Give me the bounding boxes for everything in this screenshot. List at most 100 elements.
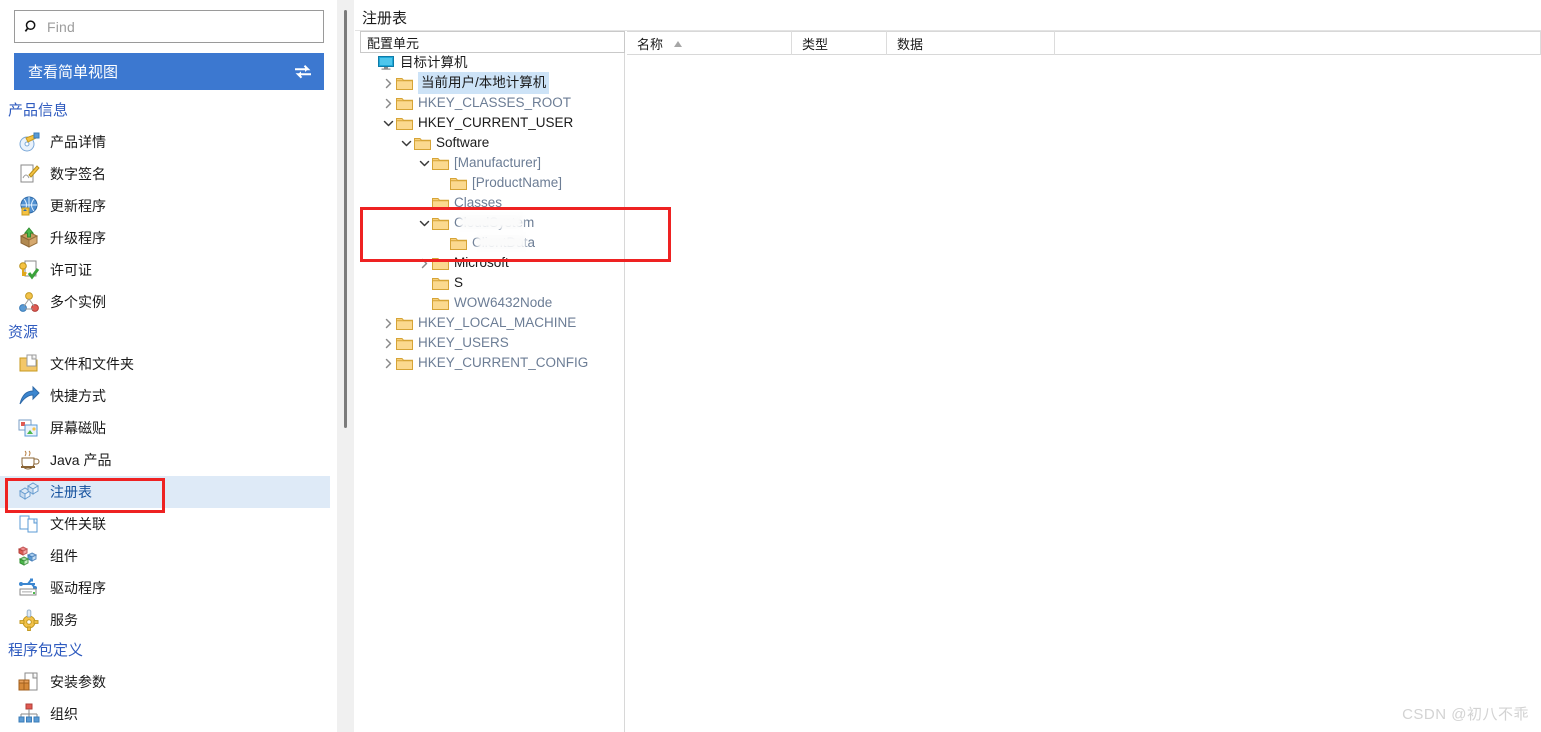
sidebar-item-8[interactable]: 服务: [0, 604, 337, 636]
chevron-right-icon[interactable]: [380, 315, 396, 331]
folder-icon: [450, 236, 467, 250]
screen-tile-icon: [18, 417, 40, 439]
sidebar-item-5[interactable]: 多个实例: [0, 286, 337, 318]
sidebar-item-3[interactable]: Java 产品: [0, 444, 337, 476]
tree-node-label: HKEY_CURRENT_CONFIG: [418, 355, 589, 370]
file-association-icon: [18, 513, 40, 535]
sidebar-item-label: 组织: [50, 706, 78, 722]
sidebar-item-label: Java 产品: [50, 452, 112, 468]
tree-node-label: HKEY_USERS: [418, 335, 509, 350]
sidebar-item-4[interactable]: 注册表: [0, 476, 330, 508]
tree-node[interactable]: HKEY_LOCAL_MACHINE: [360, 313, 624, 333]
folder-icon: [396, 116, 413, 130]
chevron-down-icon[interactable]: [398, 135, 414, 151]
tree-node[interactable]: ClientData: [360, 233, 624, 253]
chevron-down-icon[interactable]: [416, 155, 432, 171]
sidebar-item-1[interactable]: 快捷方式: [0, 380, 337, 412]
tree-node[interactable]: 目标计算机: [360, 53, 624, 73]
view-simple-mode-button[interactable]: 查看简单视图: [14, 53, 324, 90]
sidebar-group-title: 产品信息: [8, 102, 69, 119]
column-header-3[interactable]: [1055, 31, 1541, 55]
tree-node[interactable]: WOW6432Node: [360, 293, 624, 313]
tree-node[interactable]: [Manufacturer]: [360, 153, 624, 173]
sidebar-item-label: 升级程序: [50, 230, 106, 246]
folder-icon: [396, 96, 413, 110]
usb-driver-icon: [18, 577, 40, 599]
tree-node-label-redacted: CloudSystem: [454, 213, 534, 233]
tree-node[interactable]: S: [360, 273, 624, 293]
column-header-2[interactable]: 数据: [887, 31, 1055, 55]
page-title: 注册表: [362, 10, 408, 27]
sidebar-item-3[interactable]: 升级程序: [0, 222, 337, 254]
folder-icon: [396, 76, 413, 90]
install-params-icon: [18, 671, 40, 693]
folder-icon: [450, 176, 467, 190]
chevron-right-icon[interactable]: [380, 335, 396, 351]
gear-service-icon: [18, 609, 40, 631]
registry-tree: 目标计算机 当前用户/本地计算机 HKEY_CLASSES_ROOT HKEY_CUR…: [360, 53, 625, 732]
sidebar-item-label: 产品详情: [50, 134, 106, 150]
tree-node[interactable]: HKEY_CLASSES_ROOT: [360, 93, 624, 113]
tree-node[interactable]: CloudSystem: [360, 213, 624, 233]
chevron-right-icon[interactable]: [416, 255, 432, 271]
sidebar-item-0[interactable]: 产品详情: [0, 126, 337, 158]
sidebar-scrollbar-thumb[interactable]: [344, 10, 347, 428]
registry-editor-window: Find 查看简单视图 产品信息产品详情数字签名 更新程序升级程序许可证 多个实例资…: [0, 0, 1541, 732]
tree-node-label: HKEY_CURRENT_USER: [418, 115, 574, 130]
shortcut-arrow-icon: [18, 385, 40, 407]
tree-node[interactable]: Software: [360, 133, 624, 153]
registry-cubes-icon: [18, 481, 40, 503]
folder-file-icon: [18, 353, 40, 375]
sidebar-item-4[interactable]: 许可证: [0, 254, 337, 286]
folder-icon: [432, 276, 449, 290]
tree-column-header: 配置单元: [360, 31, 625, 53]
monitor-icon: [378, 56, 395, 70]
view-simple-mode-label: 查看简单视图: [28, 64, 119, 81]
registry-values-list: [627, 55, 1541, 732]
sidebar-item-1[interactable]: 组织: [0, 698, 337, 730]
search-input[interactable]: Find: [14, 10, 324, 43]
tree-node-label: WOW6432Node: [454, 295, 553, 310]
disc-hand-icon: [18, 131, 40, 153]
column-header-1[interactable]: 类型: [792, 31, 887, 55]
folder-icon: [432, 216, 449, 230]
folder-icon: [396, 356, 413, 370]
sidebar-group-title: 资源: [8, 324, 39, 341]
tree-node[interactable]: HKEY_CURRENT_USER: [360, 113, 624, 133]
tree-node[interactable]: 当前用户/本地计算机: [360, 72, 624, 94]
sidebar-item-2[interactable]: 更新程序: [0, 190, 337, 222]
tree-node[interactable]: Classes: [360, 193, 624, 213]
chevron-down-icon[interactable]: [380, 115, 396, 131]
chevron-right-icon[interactable]: [380, 95, 396, 111]
column-header-0[interactable]: 名称: [627, 31, 792, 55]
tree-node[interactable]: [ProductName]: [360, 173, 624, 193]
sidebar-item-7[interactable]: 驱动程序: [0, 572, 337, 604]
folder-icon: [432, 296, 449, 310]
chevron-right-icon[interactable]: [380, 75, 396, 91]
sidebar-item-6[interactable]: 组件: [0, 540, 337, 572]
sidebar-item-label: 文件关联: [50, 516, 106, 532]
sidebar-item-1[interactable]: 数字签名: [0, 158, 337, 190]
folder-icon: [432, 196, 449, 210]
components-cubes-icon: [17, 545, 40, 567]
sidebar-item-2[interactable]: 屏幕磁贴: [0, 412, 337, 444]
folder-icon: [396, 336, 413, 350]
sidebar-item-5[interactable]: 文件关联: [0, 508, 337, 540]
chevron-right-icon[interactable]: [380, 355, 396, 371]
tree-node[interactable]: Microsoft: [360, 253, 624, 273]
registry-pane: 注册表 配置单元 目标计算机 当前用户/本地计算机 HKEY_CLASSES_ROO…: [355, 0, 1541, 732]
chevron-down-icon[interactable]: [416, 215, 432, 231]
tree-node[interactable]: HKEY_CURRENT_CONFIG: [360, 353, 624, 373]
column-header-label: 数据: [897, 36, 924, 52]
sidebar-item-label: 组件: [50, 548, 78, 564]
key-check-icon: [18, 259, 40, 281]
sidebar-item-0[interactable]: 安装参数: [0, 666, 337, 698]
search-icon: [24, 19, 40, 35]
sidebar-item-0[interactable]: 文件和文件夹: [0, 348, 337, 380]
tree-node[interactable]: HKEY_USERS: [360, 333, 624, 353]
column-header-label: 类型: [802, 36, 829, 52]
